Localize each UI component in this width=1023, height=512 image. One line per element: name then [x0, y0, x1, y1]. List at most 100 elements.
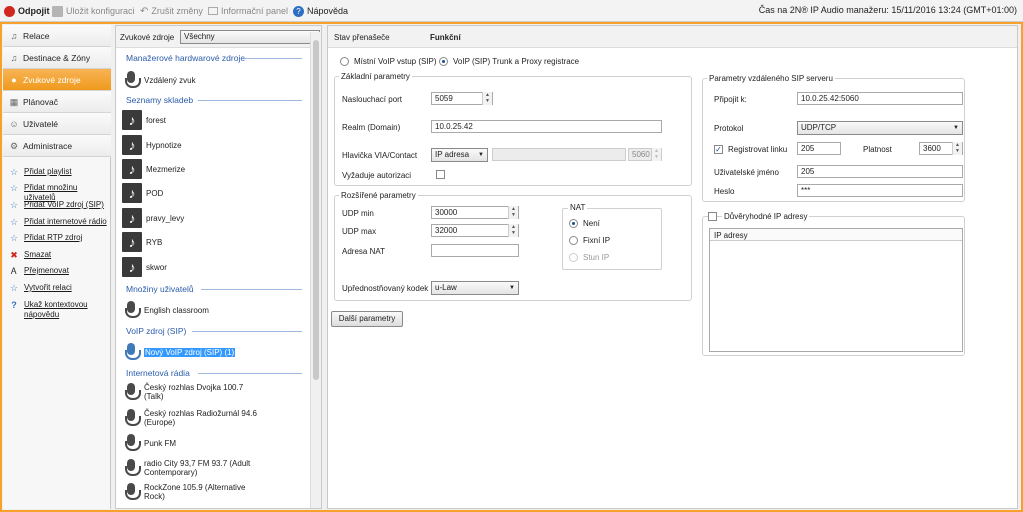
nav-item-sessions[interactable]: ♫ Relace	[3, 25, 111, 47]
username-field[interactable]: 205	[797, 165, 963, 178]
codec-select[interactable]: u-Law	[431, 281, 519, 295]
mode-local-radio[interactable]	[340, 57, 349, 66]
list-item-selected[interactable]: Nový VoIP zdroj (SIP) (1)	[122, 342, 236, 362]
list-item[interactable]: ♪ Hypnotize	[122, 135, 182, 155]
help-button[interactable]: ? Nápověda	[293, 4, 348, 18]
nat-address-field[interactable]	[431, 244, 519, 257]
group-divider	[198, 100, 302, 101]
main-nav: ♫ Relace ♫ Destinace & Zóny ● Zvukové zdroj…	[3, 25, 111, 509]
list-item[interactable]: radio City 93,7 FM 93.7 (Adult Contempora…	[122, 458, 250, 478]
auth-label: Vyžaduje autorizaci	[342, 171, 412, 180]
group-divider	[244, 58, 302, 59]
nat-none-radio[interactable]	[569, 219, 578, 228]
via-label: Hlavička VIA/Contact	[342, 151, 418, 160]
realm-label: Realm (Domain)	[342, 123, 401, 132]
save-config-button[interactable]: Uložit konfiguraci	[52, 4, 135, 18]
list-item[interactable]: ♪ RYB	[122, 232, 162, 252]
port-stepper[interactable]: ▲ ▼	[482, 92, 492, 105]
rename-icon: Ꭺ	[10, 266, 18, 276]
microphone-icon	[122, 382, 141, 402]
list-item[interactable]: ♪ POD	[122, 183, 163, 203]
action-add-rtp-source[interactable]: ☆ Přidat RTP zdroj	[9, 233, 82, 243]
connect-field[interactable]: 10.0.25.42:5060	[797, 92, 963, 105]
udp-max-field[interactable]: 32000	[431, 224, 519, 237]
action-add-internet-radio[interactable]: ☆ Přidat internetové rádio	[9, 217, 107, 227]
more-params-button[interactable]: Další parametry	[331, 311, 403, 327]
star-icon: ☆	[9, 183, 19, 193]
calendar-icon: ▦	[9, 96, 19, 107]
list-item[interactable]: ♪ Mezmerize	[122, 159, 185, 179]
validity-stepper[interactable]: ▲ ▼	[952, 142, 962, 155]
trusted-ip-checkbox[interactable]	[708, 212, 717, 221]
password-label: Heslo	[714, 187, 735, 196]
action-add-voip-source[interactable]: ☆ Přidat VoIP zdroj (SIP)	[9, 200, 104, 210]
auth-checkbox[interactable]	[436, 170, 445, 179]
voip-microphone-icon	[122, 342, 141, 362]
sources-filter-select[interactable]: Všechny	[180, 30, 320, 44]
list-item[interactable]: ♪ skwor	[122, 257, 167, 277]
list-item[interactable]: Punk FM	[122, 433, 176, 453]
password-field[interactable]: ***	[797, 184, 963, 197]
via-select[interactable]: IP adresa	[431, 148, 488, 162]
star-icon: ☆	[9, 200, 19, 210]
music-note-icon: ♪	[122, 135, 142, 155]
power-icon	[4, 5, 15, 17]
connect-label: Připojit k:	[714, 95, 747, 104]
nav-item-scheduler[interactable]: ▦ Plánovač	[3, 91, 111, 113]
group-internet-radio: Internetová rádia	[126, 368, 190, 378]
nav-item-destinations[interactable]: ♫ Destinace & Zóny	[3, 47, 111, 69]
info-panel-button[interactable]: Informační panel	[208, 4, 288, 18]
note-icon: ♫	[10, 30, 18, 41]
list-item[interactable]: English classroom	[122, 300, 209, 320]
list-item[interactable]: Vzdálený zvuk	[122, 70, 196, 90]
scrollbar-thumb[interactable]	[313, 40, 319, 380]
speaker-icon: ♫	[10, 52, 18, 63]
nat-fixed-radio[interactable]	[569, 236, 578, 245]
protocol-select[interactable]: UDP/TCP	[797, 121, 963, 135]
nav-item-users[interactable]: ☺ Uživatelé	[3, 113, 111, 135]
action-context-help[interactable]: ? Ukaž kontextovou nápovědu	[9, 300, 87, 320]
action-rename[interactable]: Ꭺ Přejmenovat	[9, 266, 69, 276]
nat-stun-label: Stun IP	[583, 253, 610, 262]
udp-min-field[interactable]: 30000	[431, 206, 519, 219]
action-add-playlist[interactable]: ☆ Přidat playlist	[9, 167, 72, 177]
list-item[interactable]: ♪ pravy_levy	[122, 208, 184, 228]
action-create-session[interactable]: ☆ Vytvořit relaci	[9, 283, 72, 293]
undo-icon: ↶	[140, 5, 149, 17]
music-note-icon: ♪	[122, 232, 142, 252]
list-item[interactable]: Český rozhlas Dvojka 100.7 (Talk)	[122, 382, 243, 402]
music-note-icon: ♪	[122, 159, 142, 179]
state-bar: Stav přenašeče Funkční	[328, 26, 1017, 48]
via-address-field	[492, 148, 626, 161]
realm-field[interactable]: 10.0.25.42	[431, 120, 662, 133]
microphone-icon	[122, 408, 141, 428]
username-label: Uživatelské jméno	[714, 168, 779, 177]
sources-scrollbar[interactable]	[310, 32, 321, 508]
gear-icon: ⚙	[9, 140, 19, 151]
register-field[interactable]: 205	[797, 142, 841, 155]
mode-trunk-radio[interactable]	[439, 57, 448, 66]
nav-item-audio-sources[interactable]: ● Zvukové zdroje	[3, 69, 111, 91]
trusted-ip-table[interactable]: IP adresy	[709, 228, 963, 352]
help-icon: ?	[11, 300, 17, 310]
udp-max-stepper[interactable]: ▲ ▼	[508, 224, 518, 237]
sources-filter-bar: Zvukové zdroje Všechny	[116, 26, 321, 48]
group-divider	[198, 373, 302, 374]
nav-item-administration[interactable]: ⚙ Administrace	[3, 135, 111, 157]
music-note-icon: ♪	[122, 208, 142, 228]
list-item[interactable]: ♪ forest	[122, 110, 166, 130]
disconnect-button[interactable]: Odpojit	[4, 4, 50, 18]
star-icon: ☆	[9, 167, 19, 177]
undo-button[interactable]: ↶ Zrušit změny	[140, 4, 203, 18]
group-divider	[192, 331, 302, 332]
udp-min-stepper[interactable]: ▲ ▼	[508, 206, 518, 219]
mode-local-label: Místní VoIP vstup (SIP)	[354, 57, 437, 66]
action-delete[interactable]: ✖ Smazat	[9, 250, 51, 260]
table-header: IP adresy	[710, 229, 962, 241]
bulb-icon: ●	[11, 74, 17, 85]
sources-panel: Zvukové zdroje Všechny Manažerové hardwa…	[115, 25, 322, 509]
list-item[interactable]: Český rozhlas Radiožurnál 94.6 (Europe)	[122, 408, 257, 428]
list-item[interactable]: RockZone 105.9 (Alternative Rock)	[122, 482, 245, 502]
register-checkbox[interactable]: ✓	[714, 145, 723, 154]
help-icon: ?	[293, 5, 304, 17]
